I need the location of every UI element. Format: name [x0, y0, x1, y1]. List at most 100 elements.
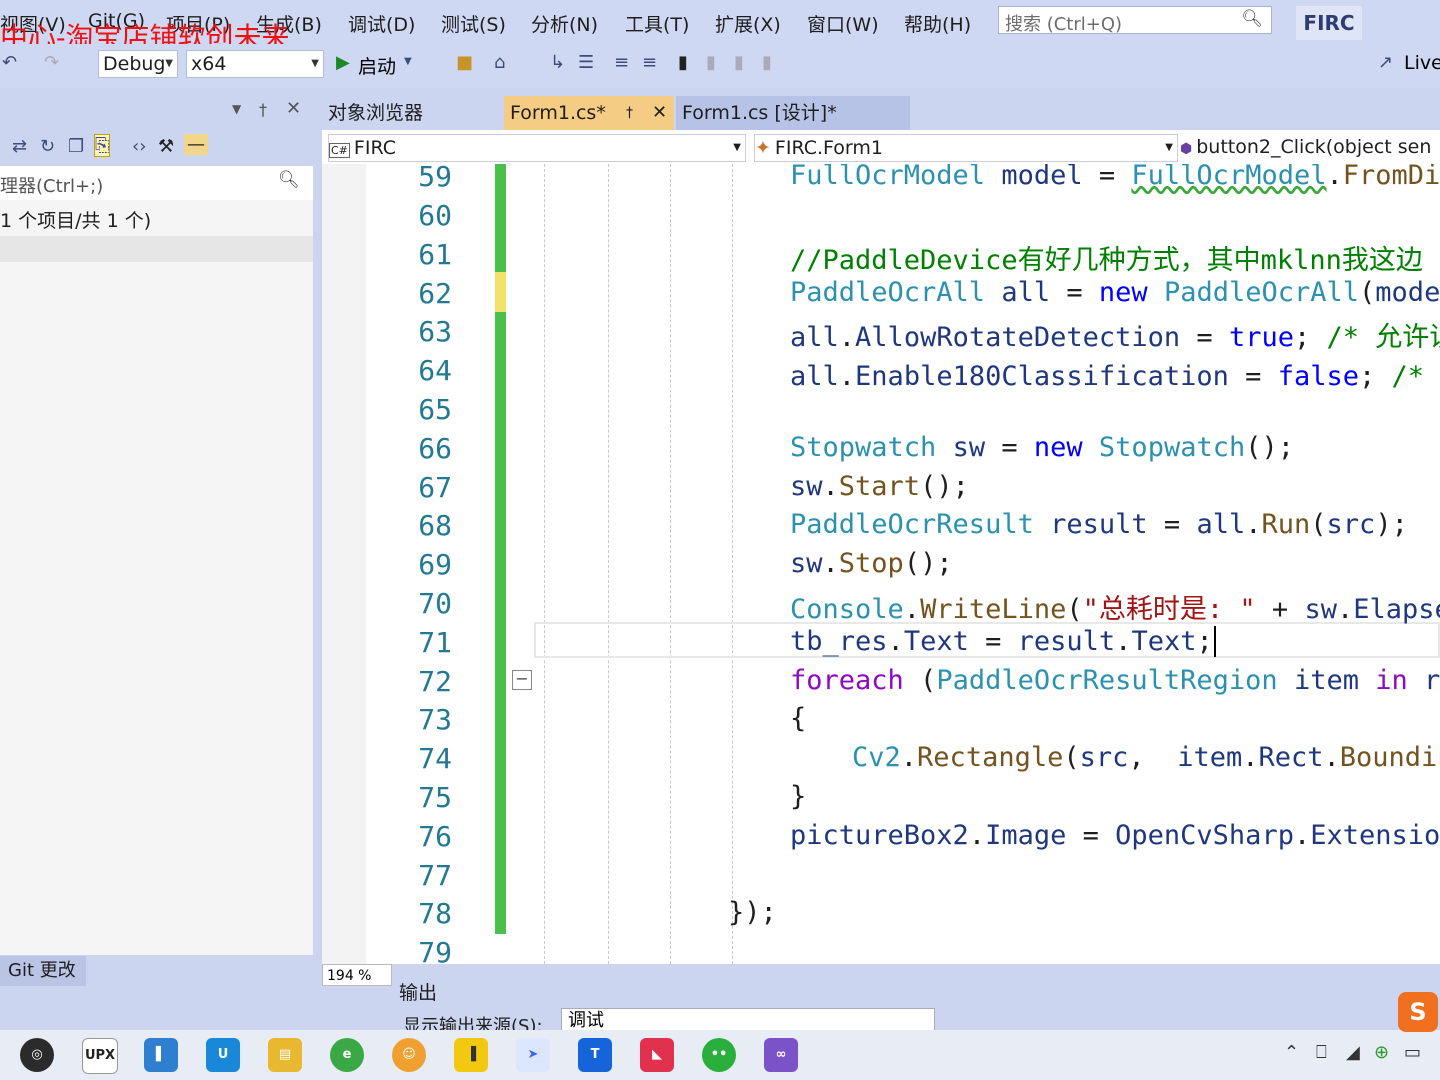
line-number: 72	[418, 665, 452, 698]
tab-object-browser[interactable]: 对象浏览器	[322, 96, 502, 130]
menu-analyze[interactable]: 分析(N)	[531, 10, 598, 37]
line-number: 70	[418, 587, 452, 620]
output-title: 输出	[399, 982, 438, 1004]
standard-toolbar: ↶ ↷ Debug ▼ x64 ▼ ▶ 启动 ▼ ■ ⌂ ↳ ☰ ≡ ≡ ▮ ▮ ▮…	[0, 44, 1440, 88]
code-line: sw.Start();	[790, 471, 969, 502]
line-number: 75	[418, 781, 452, 814]
chevron-down-icon: ▼	[165, 58, 173, 69]
menu-debug[interactable]: 调试(D)	[348, 10, 415, 37]
git-changes-tab[interactable]: Git 更改	[0, 956, 86, 986]
menu-test[interactable]: 测试(S)	[441, 10, 506, 37]
chevron-down-icon[interactable]: ▼	[404, 56, 412, 67]
pin-icon[interactable]: †	[626, 96, 633, 130]
redo-icon[interactable]: ↷	[44, 52, 59, 73]
layout-icon[interactable]: ☰	[578, 52, 594, 73]
add-icon[interactable]: ⊕	[1374, 1042, 1389, 1063]
microphone-icon[interactable]: ⎕	[1316, 1042, 1327, 1063]
app-icon[interactable]: ◣	[640, 1038, 674, 1072]
sogou-ime-icon[interactable]: S	[1398, 992, 1438, 1032]
navigation-bar: C# FIRC ▼ ✦ FIRC.Form1 ▼ ⬢ button2_Click(ob…	[322, 130, 1440, 165]
code-line: //PaddleDevice有好几种方式，其中mklnn我这边	[790, 245, 1423, 276]
class-select[interactable]: ✦ FIRC.Form1 ▼	[754, 134, 1178, 162]
media-icon[interactable]: ☺	[392, 1038, 426, 1072]
collapse-icon[interactable]: ❐	[68, 136, 84, 157]
line-number: 64	[418, 354, 452, 387]
output-source-value: 调试	[568, 1010, 604, 1031]
tab-form1-designer[interactable]: Form1.cs [设计]*	[676, 96, 910, 130]
collapse-region-icon[interactable]: −	[512, 670, 532, 690]
search-input[interactable]: 搜索 (Ctrl+Q) 🔍︎	[998, 6, 1272, 35]
refresh-icon[interactable]: ↻	[40, 136, 55, 157]
obs-icon[interactable]: ◎	[20, 1038, 54, 1072]
editor-margin	[322, 164, 366, 964]
upx-icon[interactable]: UPX	[82, 1038, 118, 1074]
code-editor[interactable]: − 59 60 61 62 63 64 65 66 67 68 69 70 71…	[322, 164, 1440, 964]
configuration-value: Debug	[103, 53, 166, 75]
menu-help[interactable]: 帮助(H)	[904, 10, 971, 37]
document-tabs: 对象浏览器 Form1.cs* † ✕ Form1.cs [设计]*	[322, 96, 1440, 130]
share-icon[interactable]: ↗	[1378, 52, 1393, 73]
visualstudio-icon[interactable]: ∞	[764, 1038, 798, 1072]
chevron-up-icon[interactable]: ⌃	[1284, 1042, 1299, 1063]
show-all-files-icon[interactable]: ⎘	[94, 134, 111, 157]
code-line: tb_res.Text = result.Text;	[790, 626, 1216, 657]
output-panel: 输出 显示输出来源(S): 调试	[393, 972, 1440, 1037]
feishu-icon[interactable]: ➤	[516, 1038, 550, 1072]
pin-icon[interactable]: †	[259, 100, 267, 119]
prev-bookmark-icon[interactable]: ▮	[706, 52, 716, 73]
menu-tools[interactable]: 工具(T)	[625, 10, 689, 37]
notes-icon[interactable]: ▌	[144, 1038, 178, 1072]
chevron-down-icon[interactable]: ▼	[232, 102, 241, 116]
undo-icon[interactable]: ↶	[2, 52, 17, 73]
project-select[interactable]: C# FIRC ▼	[328, 134, 746, 162]
menu-extensions[interactable]: 扩展(X)	[715, 10, 781, 37]
platform-select[interactable]: x64 ▼	[186, 50, 324, 78]
properties-wrench-icon[interactable]: ⚒	[158, 136, 174, 157]
preview-icon[interactable]: —	[184, 134, 208, 155]
output-source-select[interactable]: 调试	[561, 1008, 935, 1032]
line-number: 79	[418, 936, 452, 964]
code-view-icon[interactable]: ‹›	[132, 136, 146, 157]
live-share-button[interactable]: Live	[1404, 52, 1440, 74]
code-line: PaddleOcrResult result = all.Run(src);	[790, 509, 1408, 540]
close-icon[interactable]: ✕	[286, 98, 301, 119]
code-line: foreach (PaddleOcrResultRegion item in r…	[790, 665, 1440, 696]
ublock-icon[interactable]: U	[206, 1038, 240, 1072]
play-icon[interactable]: ▶	[336, 52, 350, 73]
browser-icon[interactable]: e	[330, 1038, 364, 1072]
close-icon[interactable]: ✕	[652, 96, 667, 130]
line-number: 74	[418, 742, 452, 775]
next-bookmark-icon[interactable]: ▮	[734, 52, 744, 73]
sync-icon[interactable]: ⇄	[12, 136, 27, 157]
powerbi-icon[interactable]: ▐	[454, 1038, 488, 1072]
menu-window[interactable]: 窗口(W)	[807, 10, 879, 37]
selected-tree-row[interactable]	[0, 236, 313, 262]
home-icon[interactable]: ⌂	[494, 52, 505, 73]
wechat-icon[interactable]: ••	[702, 1038, 736, 1072]
solution-search-placeholder: 理器(Ctrl+;)	[0, 176, 104, 197]
solution-explorer-toolbar: ⇄ ↻ ❐ ⎘ ‹› ⚒ —	[0, 130, 313, 166]
line-number: 65	[418, 393, 452, 426]
todo-icon[interactable]: T	[578, 1038, 612, 1072]
comment-icon[interactable]: ≡	[614, 52, 629, 73]
step-icon[interactable]: ↳	[550, 52, 565, 73]
uncomment-icon[interactable]: ≡	[642, 52, 657, 73]
configuration-select[interactable]: Debug ▼	[98, 50, 178, 78]
folder-icon[interactable]: ■	[456, 52, 473, 73]
bookmark-icon[interactable]: ▮	[678, 52, 688, 73]
windows-taskbar: ◎ UPX ▌ U ▤ e ☺ ▐ ➤ T ◣ •• ∞ ⌃ ⎕ ◢ ⊕ ▭	[0, 1030, 1440, 1080]
code-line: Cv2.Rectangle(src, item.Rect.BoundingR	[852, 742, 1440, 773]
tab-form1-cs[interactable]: Form1.cs* † ✕	[504, 96, 674, 130]
csharp-project-icon: C#	[329, 143, 350, 158]
indent-guide	[670, 164, 671, 964]
network-icon[interactable]: ◢	[1346, 1042, 1360, 1063]
start-button[interactable]: 启动	[358, 52, 396, 79]
method-icon: ⬢	[1180, 141, 1193, 157]
line-number: 73	[418, 703, 452, 736]
zoom-select[interactable]: 194 %	[322, 964, 392, 986]
member-select[interactable]: ⬢ button2_Click(object sen	[1180, 134, 1440, 160]
battery-icon[interactable]: ▭	[1404, 1042, 1421, 1063]
solution-search-input[interactable]: 理器(Ctrl+;) 🔍︎	[0, 166, 313, 201]
explorer-icon[interactable]: ▤	[268, 1038, 302, 1072]
clear-bookmark-icon[interactable]: ▮	[762, 52, 772, 73]
